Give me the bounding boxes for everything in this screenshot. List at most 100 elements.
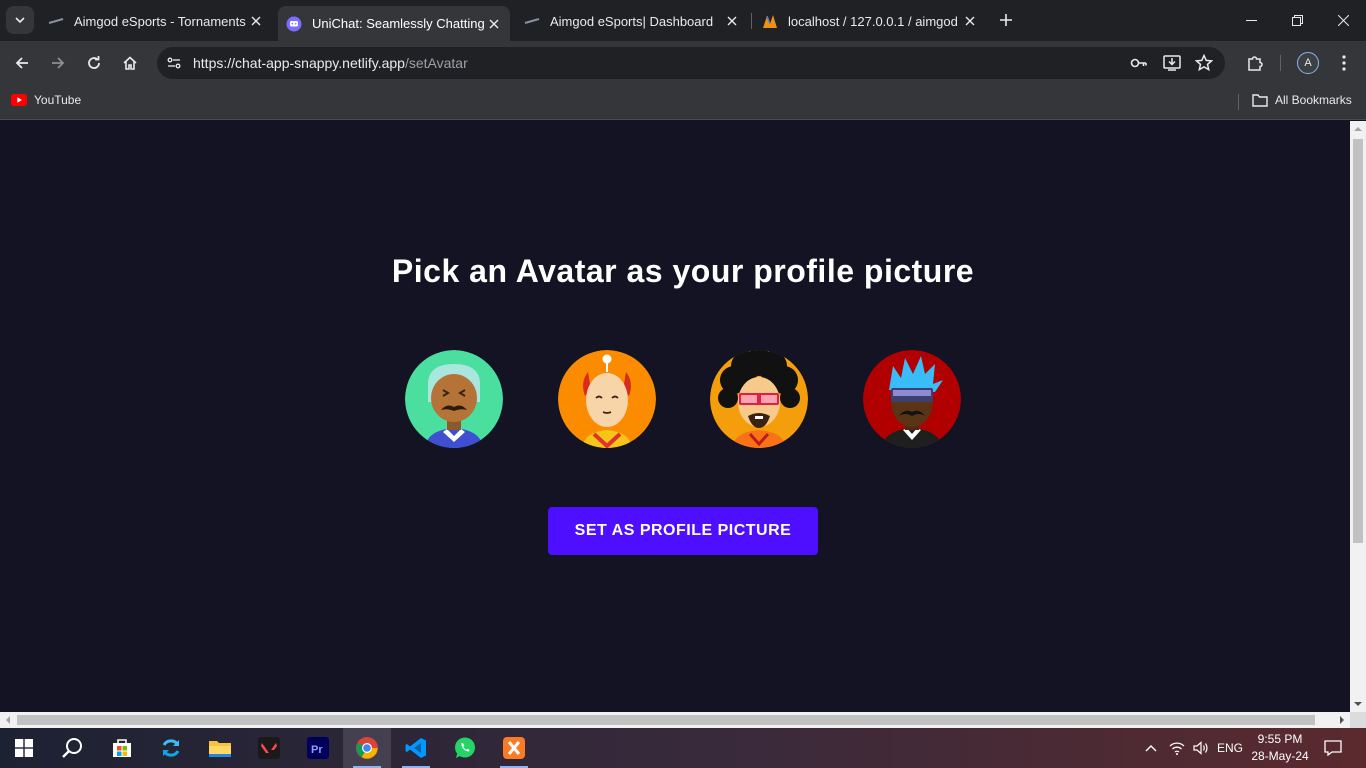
avatar-teal-bald-mustache-icon <box>405 350 503 448</box>
taskbar-valorant[interactable] <box>245 728 293 768</box>
site-info-icon[interactable] <box>165 54 183 72</box>
premiere-pro-icon: Pr <box>307 737 329 759</box>
reload-button[interactable] <box>79 48 109 78</box>
bookmark-star-icon[interactable] <box>1194 53 1214 73</box>
tab-title: Aimgod eSports - Tornaments <box>74 13 246 29</box>
bookmarks-bar: YouTube All Bookmarks <box>0 85 1366 120</box>
taskbar-sync-app[interactable] <box>147 728 195 768</box>
puzzle-icon <box>1248 56 1263 71</box>
taskbar-clock[interactable]: 9:55 PM 28-May-24 <box>1240 731 1320 765</box>
close-icon <box>1337 14 1349 26</box>
taskbar-chrome[interactable] <box>343 728 391 768</box>
reload-icon <box>88 56 100 69</box>
notification-center-button[interactable] <box>1320 728 1346 768</box>
tab-title: Aimgod eSports| Dashboard <box>550 13 714 29</box>
scroll-left-icon[interactable] <box>0 712 16 728</box>
minimize-icon <box>1245 19 1257 21</box>
volume-button[interactable] <box>1190 728 1212 768</box>
restore-icon <box>1291 14 1303 26</box>
avatar-afro-sunglasses-icon <box>710 350 808 448</box>
minimize-button[interactable] <box>1228 0 1274 40</box>
browser-menu-button[interactable] <box>1329 48 1359 78</box>
tab-title: UniChat: Seamlessly Chatting A <box>312 16 484 31</box>
avatar-option-1[interactable] <box>405 350 503 448</box>
taskbar-xampp[interactable] <box>490 728 538 768</box>
scroll-right-icon[interactable] <box>1334 712 1350 728</box>
set-profile-picture-button[interactable]: Set as Profile Picture <box>548 507 818 555</box>
bookmark-youtube[interactable]: YouTube <box>11 93 81 107</box>
horizontal-scrollbar[interactable] <box>0 712 1350 728</box>
new-tab-button[interactable] <box>992 8 1020 32</box>
avatar-red-blue-hair-icon <box>863 350 961 448</box>
bookmark-label: YouTube <box>34 93 82 107</box>
vertical-scrollbar[interactable] <box>1350 121 1366 712</box>
scrollbar-corner <box>1350 712 1366 728</box>
tab-aimgod-tournaments[interactable]: Aimgod eSports - Tornaments <box>40 6 272 36</box>
taskbar-whatsapp[interactable] <box>441 728 489 768</box>
taskbar-file-explorer[interactable] <box>196 728 244 768</box>
tab-phpmyadmin[interactable]: localhost / 127.0.0.1 / aimgod / <box>754 6 986 36</box>
folder-icon <box>1252 93 1268 107</box>
chat-favicon-icon <box>286 16 302 32</box>
close-window-button[interactable] <box>1320 0 1366 40</box>
extensions-button[interactable] <box>1240 48 1270 78</box>
taskbar-vscode[interactable] <box>392 728 440 768</box>
chevron-down-icon <box>15 17 25 24</box>
avatar-orange-horned-icon <box>558 350 656 448</box>
profile-avatar-button[interactable]: A <box>1297 52 1319 74</box>
url-host: https://chat-app-snappy.netlify.app <box>193 55 405 71</box>
valorant-icon <box>258 737 280 759</box>
tab-unichat[interactable]: UniChat: Seamlessly Chatting A <box>278 6 510 41</box>
svg-text:Pr: Pr <box>311 744 323 756</box>
url-text[interactable]: https://chat-app-snappy.netlify.app/setA… <box>193 55 468 71</box>
avatar-option-3[interactable] <box>710 350 808 448</box>
password-key-icon[interactable] <box>1129 53 1149 73</box>
scroll-up-icon[interactable] <box>1350 121 1366 137</box>
all-bookmarks-button[interactable]: All Bookmarks <box>1252 93 1352 107</box>
arrow-left-icon <box>15 57 28 69</box>
arrow-right-icon <box>52 57 65 69</box>
start-icon <box>15 739 33 757</box>
tab-separator <box>751 13 752 29</box>
restore-button[interactable] <box>1274 0 1320 40</box>
browser-tab-strip: Aimgod eSports - Tornaments UniChat: Sea… <box>0 0 1366 41</box>
close-icon[interactable] <box>722 11 742 31</box>
network-button[interactable] <box>1166 728 1188 768</box>
bookmarks-divider <box>1238 94 1239 110</box>
all-bookmarks-label: All Bookmarks <box>1275 93 1352 107</box>
vertical-scroll-thumb[interactable] <box>1353 139 1363 543</box>
install-app-icon[interactable] <box>1162 53 1182 73</box>
avatar-option-2[interactable] <box>558 350 656 448</box>
tab-aimgod-dashboard[interactable]: Aimgod eSports| Dashboard <box>516 6 748 36</box>
browser-toolbar: https://chat-app-snappy.netlify.app/setA… <box>0 41 1366 85</box>
avatar-option-4[interactable] <box>863 350 961 448</box>
back-button[interactable] <box>7 48 37 78</box>
youtube-icon <box>11 94 27 106</box>
url-path: /setAvatar <box>404 55 468 71</box>
taskbar-store[interactable] <box>98 728 146 768</box>
clock-date: 28-May-24 <box>1251 749 1309 763</box>
scroll-down-icon[interactable] <box>1350 696 1366 712</box>
toolbar-divider <box>1280 55 1281 71</box>
horizontal-scroll-thumb[interactable] <box>17 715 1315 725</box>
show-hidden-icons-button[interactable] <box>1141 728 1161 768</box>
close-icon[interactable] <box>246 11 266 31</box>
tab-search-button[interactable] <box>6 6 34 34</box>
close-icon[interactable] <box>484 14 504 34</box>
vscode-icon <box>405 738 426 758</box>
start-button[interactable] <box>0 728 48 768</box>
taskbar-premiere-pro[interactable]: Pr <box>294 728 342 768</box>
page-title: Pick an Avatar as your profile picture <box>391 253 975 289</box>
xampp-icon <box>503 737 525 759</box>
forward-button[interactable] <box>43 48 73 78</box>
home-icon <box>123 56 137 70</box>
aimgod-favicon-icon <box>524 13 540 29</box>
home-button[interactable] <box>115 48 145 78</box>
notification-icon <box>1324 740 1342 756</box>
taskbar-search[interactable] <box>48 728 96 768</box>
set-avatar-page: Pick an Avatar as your profile picture S… <box>0 121 1350 712</box>
address-bar[interactable]: https://chat-app-snappy.netlify.app/setA… <box>157 47 1225 79</box>
search-icon <box>62 738 82 758</box>
plus-icon <box>1000 14 1012 26</box>
close-icon[interactable] <box>960 11 980 31</box>
